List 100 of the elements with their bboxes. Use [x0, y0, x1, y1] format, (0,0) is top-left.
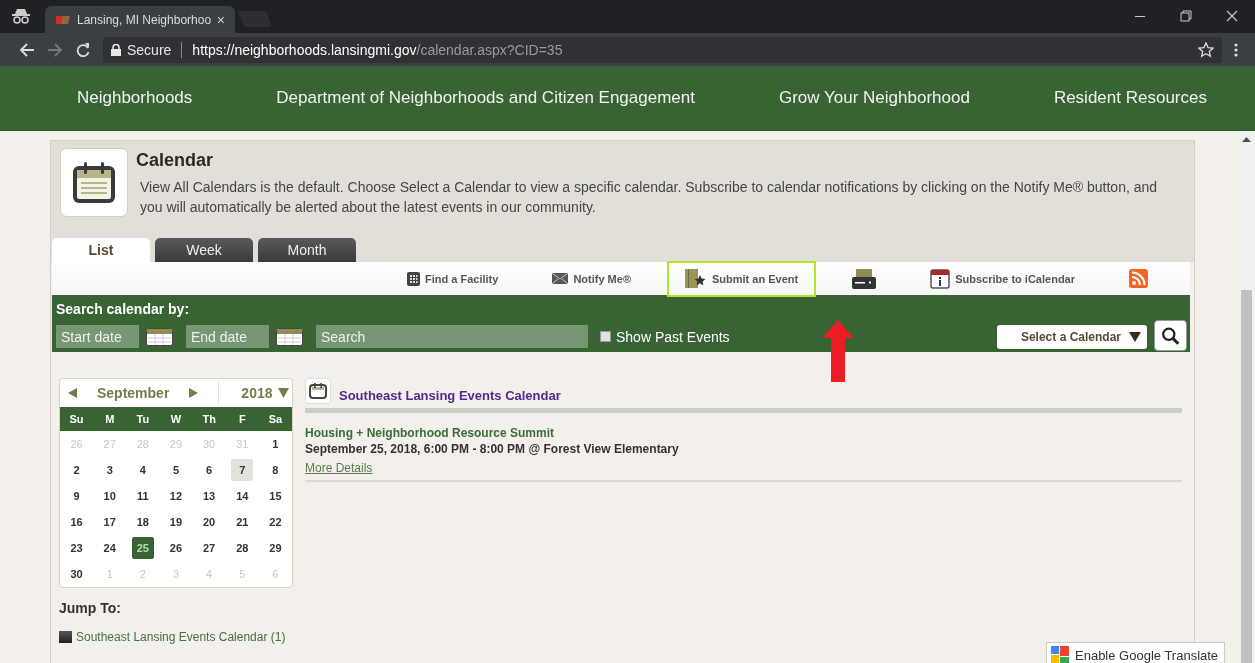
calendar-info-icon: [930, 268, 951, 289]
calendar-picker-icon[interactable]: [146, 327, 173, 346]
calendar-dropdown[interactable]: Select a Calendar: [997, 324, 1147, 349]
calendar-icon: [305, 378, 331, 404]
calendar-day[interactable]: 6: [198, 459, 221, 481]
browser-tab[interactable]: Lansing, MI Neighborhoo ×: [45, 6, 235, 33]
calendar-day[interactable]: 3: [98, 459, 121, 481]
search-field[interactable]: Search: [316, 325, 588, 348]
calendar-day[interactable]: 28: [231, 537, 254, 559]
view-tab[interactable]: Month: [258, 238, 356, 262]
view-tab[interactable]: Week: [155, 238, 253, 262]
toolbar-link[interactable]: Submit an Event: [667, 260, 817, 297]
page-title: Calendar: [136, 150, 215, 171]
reload-icon[interactable]: [75, 41, 91, 58]
incognito-icon: [11, 8, 31, 24]
tab-title: Lansing, MI Neighborhoo: [77, 12, 211, 27]
checkbox[interactable]: [600, 331, 611, 342]
notebook-star-icon: [685, 269, 707, 288]
toolbar-link[interactable]: Find a Facility: [389, 260, 517, 297]
nav-link[interactable]: Resident Resources: [1053, 88, 1207, 108]
event-title[interactable]: Housing + Neighborhood Resource Summit: [305, 426, 1182, 440]
calendar-day[interactable]: 2: [65, 459, 88, 481]
calendar-day[interactable]: 16: [65, 511, 88, 533]
weekday-label: M: [105, 413, 115, 425]
toolbar-link[interactable]: Subscribe to iCalendar: [912, 260, 1093, 297]
calendar-day[interactable]: 8: [264, 459, 287, 481]
page-description: View All Calendars is the default. Choose Select a Calendar to view a specific calendar. Subscribe to calendar notifications by clicking on the Notify Me® button, and you will automatically be alerted about the latest events in our community.: [140, 178, 1159, 217]
favicon-icon: [55, 13, 71, 26]
menu-icon[interactable]: [1234, 42, 1238, 57]
weekday-label: Su: [69, 413, 84, 425]
calendar-day[interactable]: 9: [65, 485, 88, 507]
calendar-day[interactable]: 1: [264, 433, 287, 455]
month-label: September: [97, 385, 170, 401]
envelope-icon: [552, 273, 569, 284]
calendar-icon: [60, 148, 128, 217]
end-date-field[interactable]: End date: [186, 325, 269, 348]
dropdown-icon[interactable]: [277, 388, 289, 398]
toolbar-link[interactable]: Notify Me®: [534, 260, 649, 297]
nav-link[interactable]: Department of Neighborhoods and Citizen Engagement: [276, 88, 695, 108]
calendar-day[interactable]: 21: [231, 511, 254, 533]
nav-link[interactable]: Grow Your Neighborhood: [778, 88, 970, 108]
nav-link[interactable]: Neighborhoods: [77, 88, 193, 108]
calendar-picker-icon[interactable]: [276, 327, 303, 346]
event-date: September 25, 2018, 6:00 PM - 8:00 PM @ Forest View Elementary: [305, 442, 680, 456]
calendar-title[interactable]: Southeast Lansing Events Calendar: [339, 388, 561, 403]
scrollbar-thumb[interactable]: [1241, 290, 1252, 663]
calendar-day[interactable]: 5: [165, 459, 187, 481]
start-date-field[interactable]: Start date: [56, 325, 139, 348]
calendar-day[interactable]: 26: [165, 537, 187, 559]
caret-icon: [1129, 331, 1141, 342]
back-icon[interactable]: [19, 41, 35, 58]
rss-icon[interactable]: [1129, 269, 1148, 288]
search-heading: Search calendar by:: [56, 301, 191, 317]
checkbox-label: Show Past Events: [616, 328, 730, 345]
address-bar[interactable]: Secure https://neighborhoods.lansingmi.gov/calendar.aspx?CID=35: [103, 36, 1222, 63]
calendar-day[interactable]: 30: [65, 563, 88, 585]
grid-icon: [407, 271, 421, 286]
calendar-day[interactable]: 29: [264, 537, 287, 559]
annotation-arrow: [822, 320, 854, 382]
calendar-day[interactable]: 11: [131, 485, 154, 507]
calendar-day[interactable]: 22: [264, 511, 287, 533]
search-button[interactable]: [1154, 320, 1187, 351]
calendar-day[interactable]: 18: [131, 511, 154, 533]
calendar-day[interactable]: 20: [198, 511, 221, 533]
calendar-day[interactable]: 27: [198, 537, 221, 559]
scrollbar[interactable]: [1238, 131, 1255, 663]
more-details-link[interactable]: More Details: [305, 461, 373, 475]
weekday-label: W: [170, 413, 182, 425]
calendar-day[interactable]: 19: [165, 511, 187, 533]
previous-month-icon[interactable]: [68, 388, 77, 398]
calendar-day[interactable]: 14: [231, 485, 254, 507]
next-month-icon[interactable]: [189, 388, 199, 398]
weekday-label: F: [238, 413, 246, 425]
lock-icon: [111, 43, 121, 56]
scroll-up-icon[interactable]: [1242, 137, 1251, 142]
calendar-day[interactable]: 7: [231, 459, 254, 481]
year-label[interactable]: 2018: [241, 385, 273, 401]
jump-link[interactable]: Southeast Lansing Events Calendar (1): [59, 630, 293, 644]
close-tab-button[interactable]: ×: [216, 11, 225, 28]
printer-icon[interactable]: [852, 268, 877, 289]
weekday-label: Sa: [268, 413, 283, 425]
star-icon[interactable]: [1198, 41, 1214, 58]
weekday-label: Tu: [136, 413, 150, 425]
translate-icon: [1051, 646, 1069, 663]
jump-to-heading: Jump To:: [59, 600, 122, 616]
view-tab[interactable]: List: [52, 238, 150, 262]
calendar-day[interactable]: 13: [198, 485, 221, 507]
calendar-day[interactable]: 10: [98, 485, 121, 507]
url-text: https://neighborhoods.lansingmi.gov/calendar.aspx?CID=35: [192, 41, 563, 58]
calendar-day[interactable]: 4: [131, 459, 154, 481]
calendar-day[interactable]: 24: [98, 537, 121, 559]
calendar-square-icon: [59, 631, 72, 643]
calendar-day[interactable]: 23: [65, 537, 88, 559]
secure-label: Secure: [127, 41, 172, 58]
forward-icon[interactable]: [47, 41, 63, 58]
calendar-day[interactable]: 15: [264, 485, 287, 507]
weekday-label: Th: [202, 413, 216, 425]
calendar-day[interactable]: 12: [165, 485, 187, 507]
calendar-day[interactable]: 25: [131, 537, 154, 559]
calendar-day[interactable]: 17: [98, 511, 121, 533]
